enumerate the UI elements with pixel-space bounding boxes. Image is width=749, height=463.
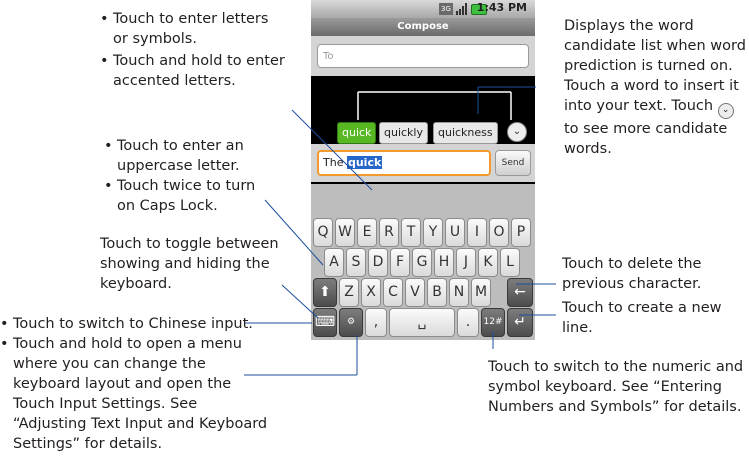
key-j[interactable]: J bbox=[456, 248, 476, 277]
key-l[interactable]: L bbox=[500, 248, 520, 277]
callout-upper-1: • Touch to enter an uppercase letter. bbox=[104, 138, 244, 174]
key-b[interactable]: B bbox=[427, 278, 447, 307]
delete-key[interactable]: ← bbox=[507, 278, 533, 307]
callout-numeric: Touch to switch to the numeric and symbo… bbox=[488, 359, 744, 415]
message-field[interactable]: The quick bbox=[317, 150, 491, 176]
enter-key[interactable]: ↵ bbox=[507, 308, 533, 337]
period-key[interactable]: . bbox=[457, 308, 479, 337]
key-d[interactable]: D bbox=[368, 248, 388, 277]
callout-upper-2: • Touch twice to turn on Caps Lock. bbox=[104, 178, 256, 214]
candidate-quickness[interactable]: quickness bbox=[433, 122, 498, 144]
key-v[interactable]: V bbox=[405, 278, 425, 307]
key-n[interactable]: N bbox=[449, 278, 469, 307]
key-t[interactable]: T bbox=[401, 218, 421, 247]
comma-key[interactable]: , bbox=[365, 308, 387, 337]
key-a[interactable]: A bbox=[324, 248, 344, 277]
callout-chinese-2: • Touch and hold to open a menu where you… bbox=[0, 336, 268, 452]
key-u[interactable]: U bbox=[445, 218, 465, 247]
callout-chinese-1: • Touch to switch to Chinese input. bbox=[0, 316, 253, 332]
callout-candidates: Displays the word candidate list when wo… bbox=[564, 18, 746, 157]
key-x[interactable]: X bbox=[361, 278, 381, 307]
numeric-key[interactable]: 12# bbox=[481, 308, 505, 337]
callout-toggle: Touch to toggle between showing and hidi… bbox=[100, 236, 279, 292]
keyboard: QWERTYUIOP ASDFGHJKL ZXCVBNM ⬆ ← ⌨ ⚙ , ␣… bbox=[311, 184, 535, 340]
chinese-input-key[interactable]: ⚙ bbox=[339, 308, 363, 337]
key-m[interactable]: M bbox=[471, 278, 491, 307]
key-w[interactable]: W bbox=[335, 218, 355, 247]
key-g[interactable]: G bbox=[412, 248, 432, 277]
key-c[interactable]: C bbox=[383, 278, 403, 307]
key-k[interactable]: K bbox=[478, 248, 498, 277]
shift-key[interactable]: ⬆ bbox=[313, 278, 337, 307]
space-key[interactable]: ␣ bbox=[389, 308, 455, 337]
key-i[interactable]: I bbox=[467, 218, 487, 247]
key-s[interactable]: S bbox=[346, 248, 366, 277]
key-f[interactable]: F bbox=[390, 248, 410, 277]
callout-delete: Touch to delete the previous character. bbox=[562, 256, 702, 292]
callout-letters-2: • Touch and hold to enter accented letter… bbox=[100, 53, 285, 89]
key-y[interactable]: Y bbox=[423, 218, 443, 247]
callout-newline: Touch to create a new line. bbox=[562, 300, 722, 336]
key-z[interactable]: Z bbox=[339, 278, 359, 307]
candidate-quick[interactable]: quick bbox=[337, 122, 377, 144]
key-o[interactable]: O bbox=[489, 218, 509, 247]
message-text: The bbox=[323, 156, 347, 169]
message-selected-word: quick bbox=[346, 156, 383, 169]
chevron-down-icon: ⌄ bbox=[717, 103, 734, 119]
key-p[interactable]: P bbox=[511, 218, 531, 247]
key-q[interactable]: Q bbox=[313, 218, 333, 247]
send-button[interactable]: Send bbox=[495, 150, 531, 176]
key-h[interactable]: H bbox=[434, 248, 454, 277]
chevron-down-icon[interactable]: ⌄ bbox=[507, 122, 527, 142]
key-e[interactable]: E bbox=[357, 218, 377, 247]
phone-screen: 3G 1:43 PM Compose To quick quickly quic… bbox=[311, 0, 535, 340]
key-r[interactable]: R bbox=[379, 218, 399, 247]
candidate-quickly[interactable]: quickly bbox=[379, 122, 428, 144]
callout-letters-1: • Touch to enter letters or symbols. bbox=[100, 11, 269, 47]
keyboard-toggle-key[interactable]: ⌨ bbox=[313, 308, 337, 337]
